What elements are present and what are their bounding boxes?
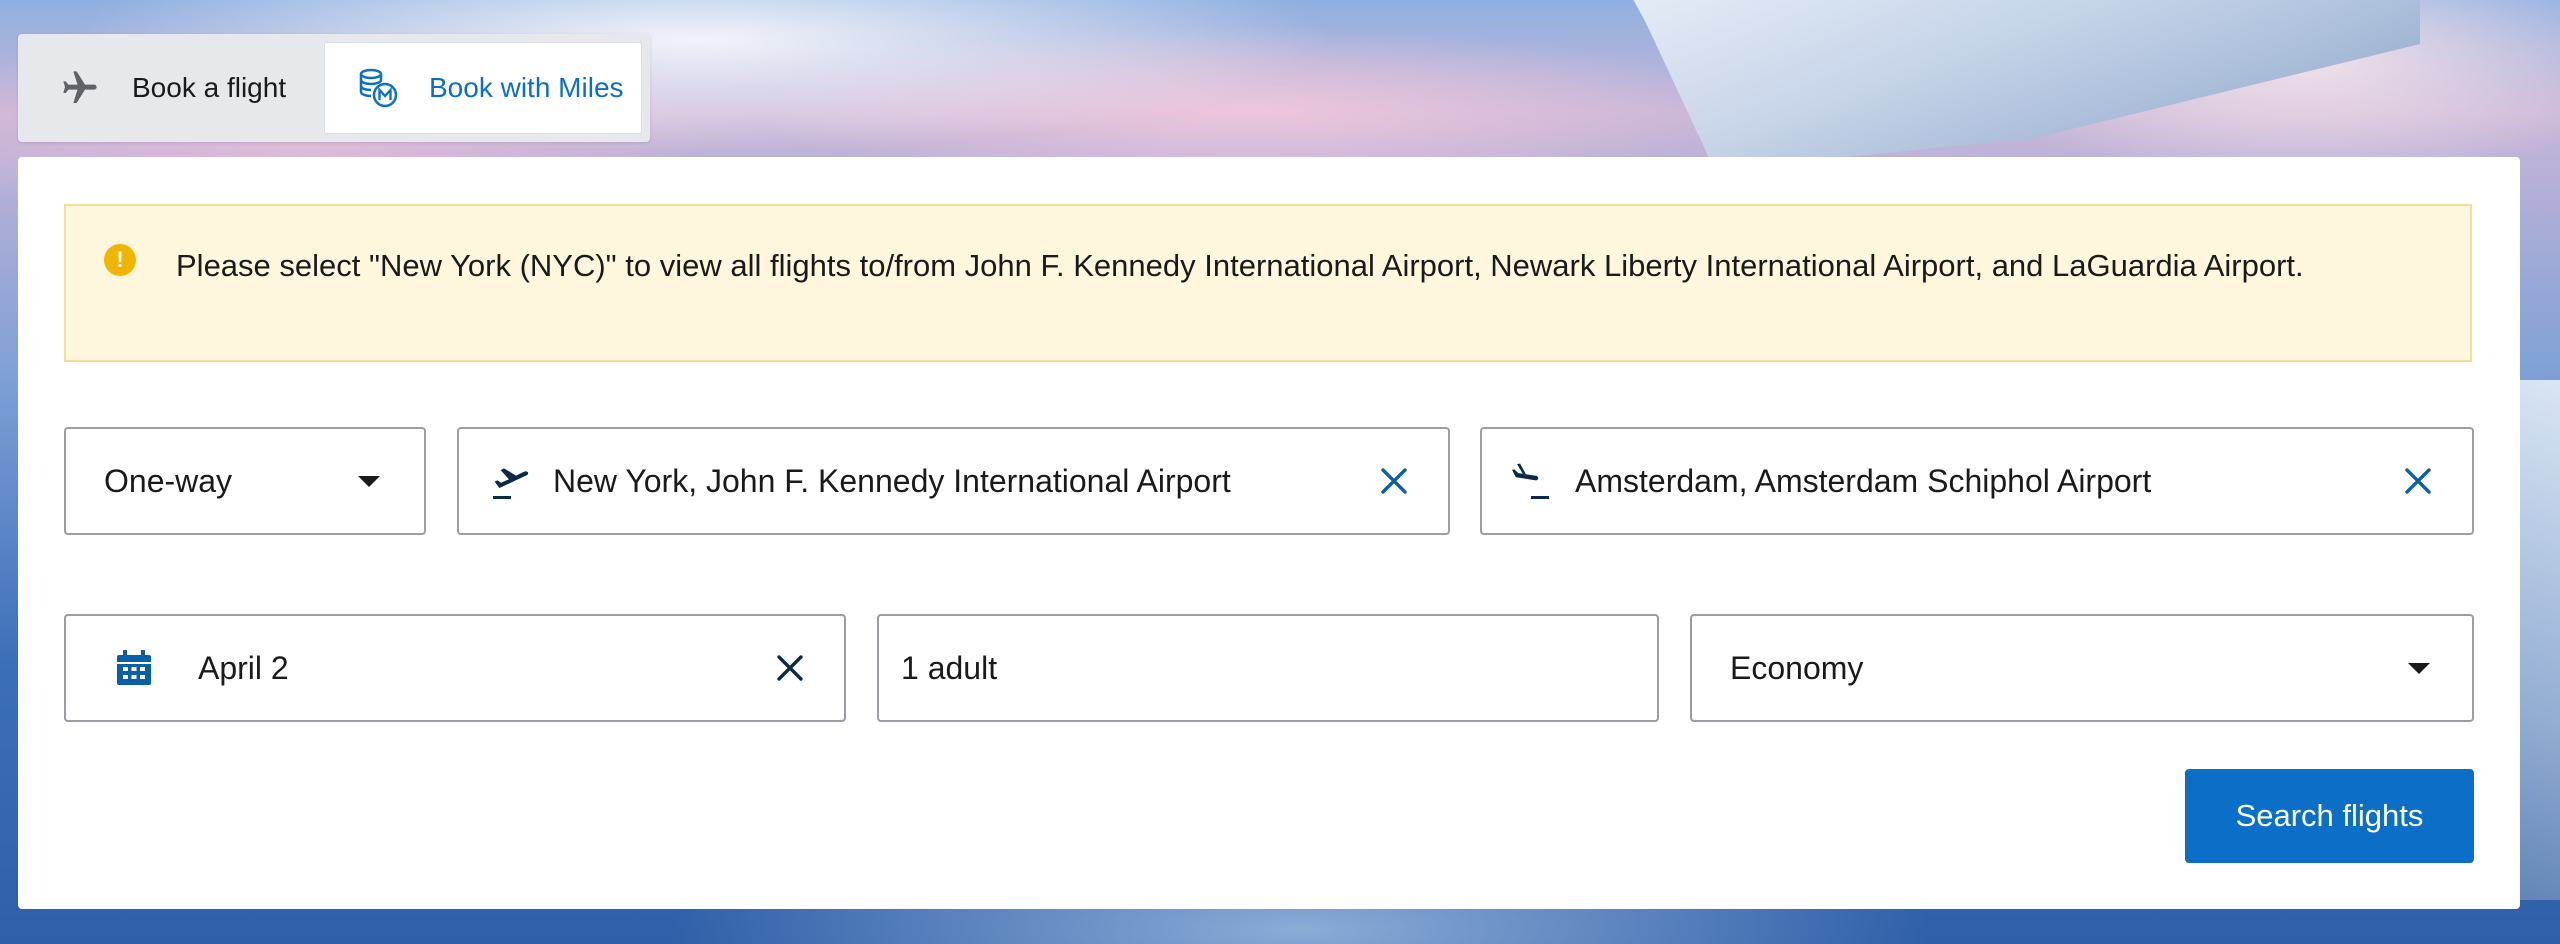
calendar-icon [114,648,154,688]
tab-book-with-miles-label: Book with Miles [429,72,624,103]
flight-search-card: ! Please select "New York (NYC)" to view… [18,157,2520,909]
passengers-field[interactable]: 1 adult [877,614,1659,722]
cabin-class-value: Economy [1730,649,1864,686]
tab-book-a-flight[interactable]: Book a flight [26,42,324,134]
nyc-info-alert: ! Please select "New York (NYC)" to view… [64,204,2472,362]
departure-date-field[interactable]: April 2 [64,614,846,722]
origin-value: New York, John F. Kennedy International … [553,462,1231,499]
clear-date-icon[interactable] [770,648,810,688]
booking-tabs: Book a flight Book with Miles [18,34,650,142]
arrival-icon [1508,457,1556,505]
destination-value: Amsterdam, Amsterdam Schiphol Airport [1575,462,2152,499]
departure-date-value: April 2 [198,649,289,686]
passengers-value: 1 adult [901,649,998,686]
cabin-class-select[interactable]: Economy [1690,614,2474,722]
trip-type-select[interactable]: One-way [64,427,426,535]
clear-origin-icon[interactable] [1374,461,1414,501]
chevron-down-icon [2408,663,2430,674]
origin-field[interactable]: New York, John F. Kennedy International … [457,427,1450,535]
tab-book-a-flight-label: Book a flight [132,72,287,103]
departure-icon [487,457,535,505]
destination-field[interactable]: Amsterdam, Amsterdam Schiphol Airport [1480,427,2474,535]
alert-message: Please select "New York (NYC)" to view a… [176,248,2304,283]
trip-type-value: One-way [104,462,233,499]
chevron-down-icon [358,476,380,487]
search-flights-button[interactable]: Search flights [2185,769,2474,863]
clear-destination-icon[interactable] [2398,461,2438,501]
warning-icon: ! [104,244,136,276]
tab-book-with-miles[interactable]: Book with Miles [324,42,642,134]
airplane-icon [58,66,102,110]
miles-coins-icon [357,66,401,110]
